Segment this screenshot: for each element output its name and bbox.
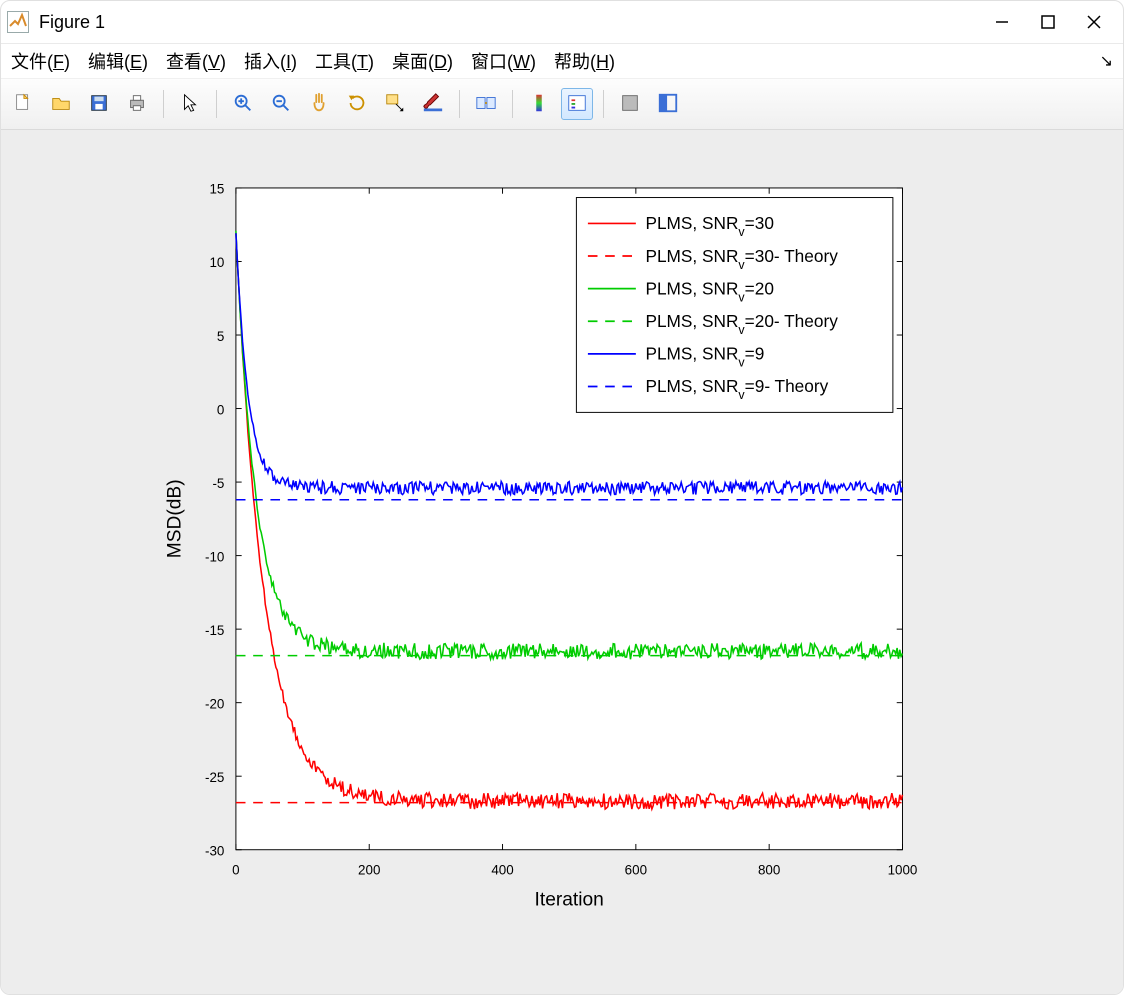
link-icon [475, 92, 497, 117]
pointer-icon [179, 92, 201, 117]
save-button[interactable] [83, 88, 115, 120]
open-button[interactable] [45, 88, 77, 120]
link-button[interactable] [470, 88, 502, 120]
pan-button[interactable] [303, 88, 335, 120]
legend-button[interactable] [561, 88, 593, 120]
brush-button[interactable] [417, 88, 449, 120]
hide-tools-button[interactable] [614, 88, 646, 120]
pan-icon [308, 92, 330, 117]
legend[interactable]: PLMS, SNRv=30PLMS, SNRv=30- TheoryPLMS, … [576, 198, 893, 413]
svg-text:0: 0 [217, 402, 224, 417]
svg-text:0: 0 [232, 863, 239, 878]
print-button[interactable] [121, 88, 153, 120]
new-icon [12, 92, 34, 117]
titlebar: Figure 1 [1, 1, 1123, 44]
rotate-button[interactable] [341, 88, 373, 120]
pointer-button[interactable] [174, 88, 206, 120]
menu-insert[interactable]: 插入(I) [244, 48, 297, 74]
menu-edit[interactable]: 编辑(E) [88, 48, 148, 74]
menubar: 文件(F) 编辑(E) 查看(V) 插入(I) 工具(T) 桌面(D) 窗口(W… [1, 44, 1123, 79]
svg-text:-30: -30 [205, 843, 224, 858]
menu-window[interactable]: 窗口(W) [471, 48, 536, 74]
minimize-button[interactable] [979, 1, 1025, 43]
svg-text:-25: -25 [205, 770, 224, 785]
menu-desktop[interactable]: 桌面(D) [392, 48, 453, 74]
print-icon [126, 92, 148, 117]
open-icon [50, 92, 72, 117]
menu-file[interactable]: 文件(F) [11, 48, 70, 74]
svg-text:200: 200 [358, 863, 380, 878]
new-button[interactable] [7, 88, 39, 120]
rotate-icon [346, 92, 368, 117]
svg-text:400: 400 [491, 863, 513, 878]
figure-area: 0 200 400 600 800 1000 -30 -25 -20 -15 -10 -5 0 5 10 15… [1, 130, 1123, 994]
svg-text:-10: -10 [205, 549, 224, 564]
svg-text:10: 10 [209, 255, 224, 270]
menu-tools[interactable]: 工具(T) [315, 48, 374, 74]
maximize-button[interactable] [1025, 1, 1071, 43]
hide-tools-icon [619, 92, 641, 117]
svg-text:Iteration: Iteration [535, 889, 604, 910]
zoom-in-button[interactable] [227, 88, 259, 120]
dock-arrow-icon[interactable]: ↘ [1100, 51, 1113, 71]
legend-icon [566, 92, 588, 117]
svg-text:600: 600 [625, 863, 647, 878]
brush-icon [422, 92, 444, 117]
svg-text:MSD(dB): MSD(dB) [164, 479, 185, 558]
svg-text:5: 5 [217, 329, 224, 344]
colorbar-icon [528, 92, 550, 117]
svg-text:15: 15 [209, 182, 224, 197]
matlab-icon [7, 11, 29, 33]
menu-view[interactable]: 查看(V) [166, 48, 226, 74]
dock-fig-icon [657, 92, 679, 117]
menu-help[interactable]: 帮助(H) [554, 48, 615, 74]
figure-window: Figure 1 文件(F) 编辑(E) 查看(V) 插入(I) 工具(T) 桌… [0, 0, 1124, 995]
svg-text:-20: -20 [205, 696, 224, 711]
window-title: Figure 1 [39, 12, 105, 33]
data-cursor-icon [384, 92, 406, 117]
svg-text:-5: -5 [212, 476, 224, 491]
axes-canvas[interactable]: 0 200 400 600 800 1000 -30 -25 -20 -15 -10 -5 0 5 10 15… [11, 140, 1113, 984]
colorbar-button[interactable] [523, 88, 555, 120]
save-icon [88, 92, 110, 117]
svg-text:-15: -15 [205, 623, 224, 638]
svg-text:1000: 1000 [888, 863, 918, 878]
svg-text:800: 800 [758, 863, 780, 878]
toolbar [1, 79, 1123, 130]
zoom-in-icon [232, 92, 254, 117]
zoom-out-icon [270, 92, 292, 117]
zoom-out-button[interactable] [265, 88, 297, 120]
dock-fig-button[interactable] [652, 88, 684, 120]
close-button[interactable] [1071, 1, 1117, 43]
data-cursor-button[interactable] [379, 88, 411, 120]
